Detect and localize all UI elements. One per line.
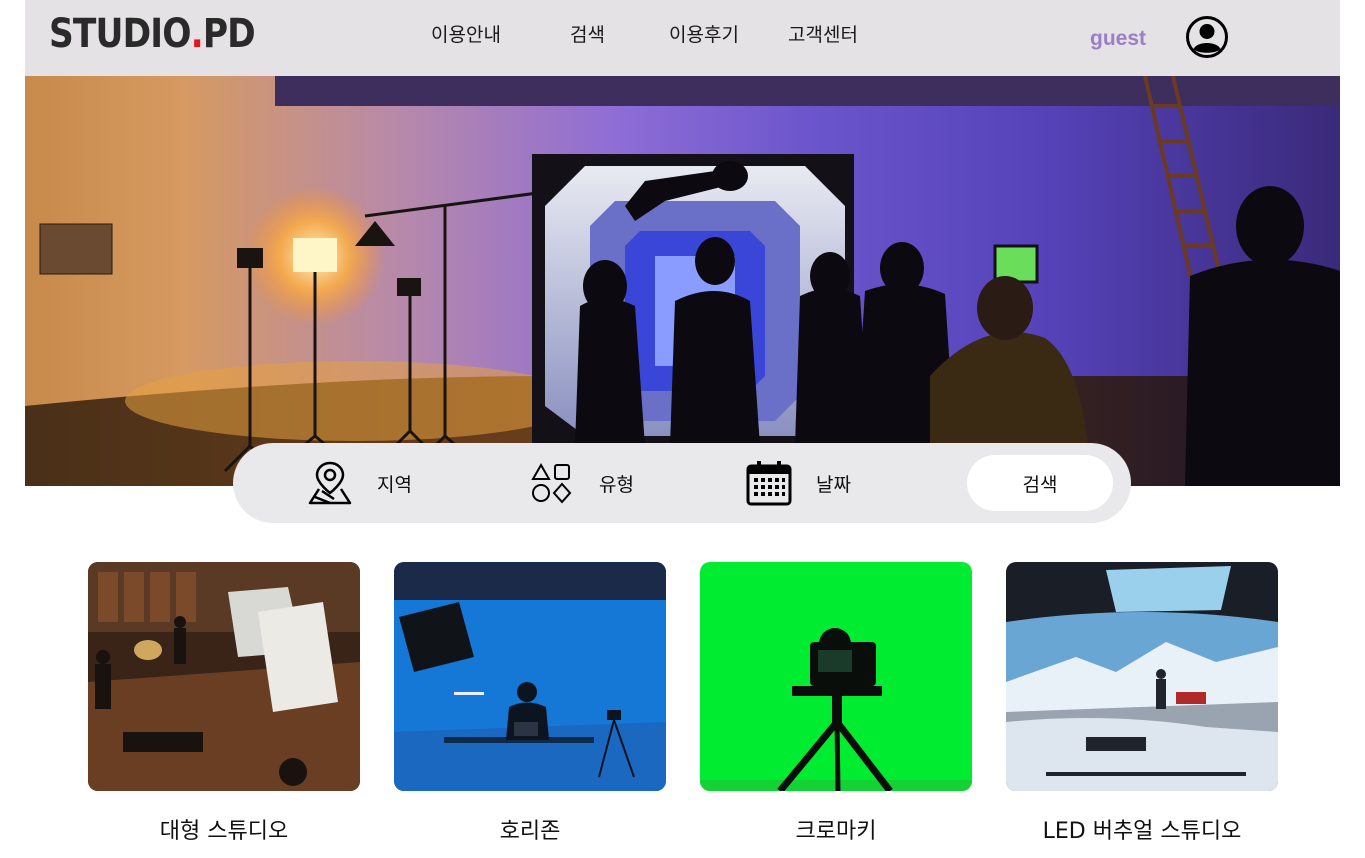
- category-card-chroma-key[interactable]: 크로마키: [700, 562, 972, 845]
- logo-tail: PD: [202, 11, 256, 57]
- category-label: 호리존: [499, 819, 561, 844]
- chroma-key-thumbnail: [700, 562, 972, 791]
- horizon-thumbnail: [394, 562, 666, 791]
- category-label: 대형 스튜디오: [159, 819, 289, 844]
- guest-user-label[interactable]: guest: [1090, 27, 1146, 51]
- nav-reviews[interactable]: 이용후기: [669, 20, 739, 47]
- shapes-icon: [527, 458, 577, 508]
- user-circle-icon[interactable]: [1185, 15, 1229, 59]
- type-label: 유형: [599, 473, 634, 496]
- logo-text: STUDIO: [49, 11, 191, 57]
- logo-dot: .: [190, 11, 204, 57]
- category-label: 크로마키: [795, 819, 877, 844]
- top-header: STUDIO. PD 이용안내 검색 이용후기 고객센터 guest: [25, 0, 1340, 76]
- category-card-led-virtual[interactable]: LED 버추얼 스튜디오: [1006, 562, 1278, 845]
- category-card-large-studio[interactable]: 대형 스튜디오: [88, 562, 360, 845]
- nav-support[interactable]: 고객센터: [788, 20, 858, 47]
- search-button[interactable]: 검색: [967, 455, 1113, 511]
- led-virtual-thumbnail: [1006, 562, 1278, 791]
- region-filter[interactable]: 지역: [305, 443, 412, 523]
- studio-pd-logo[interactable]: STUDIO. PD: [49, 10, 256, 58]
- large-studio-thumbnail: [88, 562, 360, 791]
- nav-search[interactable]: 검색: [570, 20, 605, 47]
- calendar-icon: [744, 458, 794, 508]
- date-filter[interactable]: 날짜: [744, 443, 851, 523]
- category-label: LED 버추얼 스튜디오: [1042, 819, 1242, 844]
- map-pin-icon: [305, 458, 355, 508]
- region-label: 지역: [377, 473, 412, 496]
- studio-search-bar: 지역 유형 날짜 검색: [233, 443, 1131, 523]
- hero-studio-photo: [25, 76, 1340, 486]
- category-card-horizon[interactable]: 호리존: [394, 562, 666, 845]
- date-label: 날짜: [816, 473, 851, 496]
- type-filter[interactable]: 유형: [527, 443, 634, 523]
- nav-guide[interactable]: 이용안내: [431, 20, 501, 47]
